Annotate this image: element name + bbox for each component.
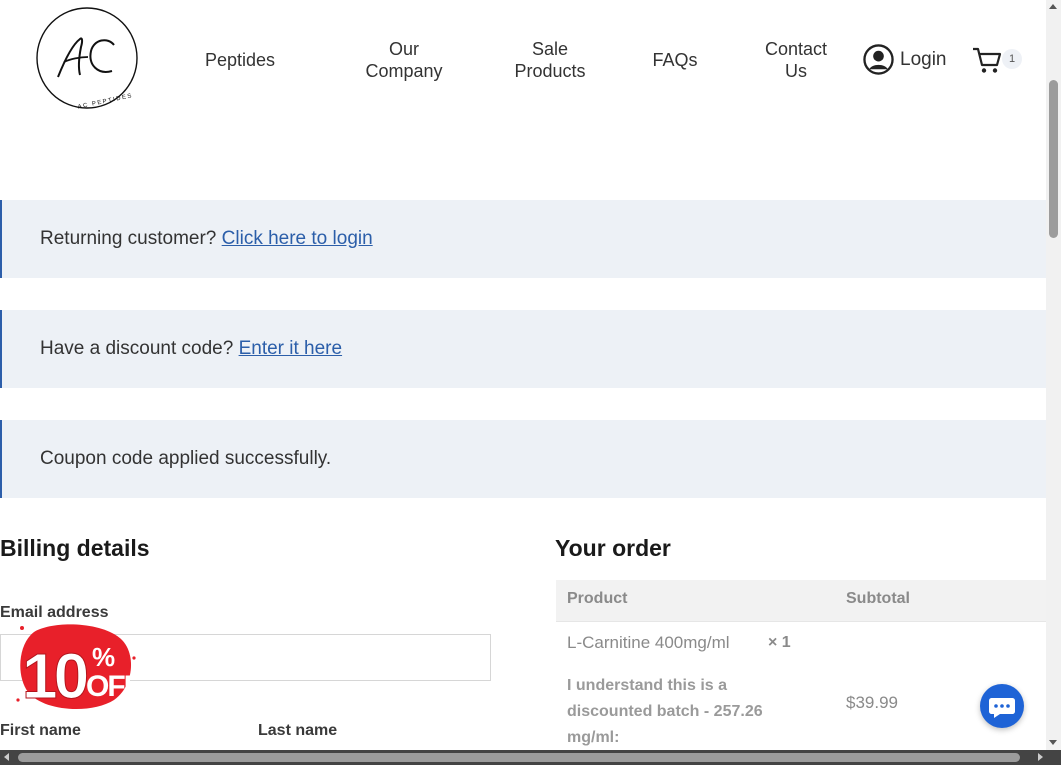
login-label: Login xyxy=(900,48,947,70)
scroll-right-arrow[interactable] xyxy=(1038,753,1043,761)
order-item-note-line: I understand this is a xyxy=(567,677,728,694)
coupon-applied-text: Coupon code applied successfully. xyxy=(40,448,332,469)
nav-our-company[interactable]: Our Company xyxy=(356,38,452,82)
table-divider xyxy=(556,621,1046,622)
logo-ring-text: AC PEPTIDES xyxy=(77,93,133,111)
chat-button[interactable] xyxy=(980,684,1024,728)
vertical-scroll-thumb[interactable] xyxy=(1049,80,1058,238)
order-item-quantity: × 1 xyxy=(768,634,791,651)
login-prompt-link[interactable]: Click here to login xyxy=(222,228,373,249)
chat-bubble-icon xyxy=(989,698,1015,718)
nav-label: Us xyxy=(785,61,807,81)
order-item-note: I understand this is a discounted batch … xyxy=(567,673,807,750)
last-name-label: Last name xyxy=(258,722,338,739)
nav-label: FAQs xyxy=(652,50,698,70)
nav-label: Contact xyxy=(764,39,828,59)
nav-label: Peptides xyxy=(204,50,276,70)
order-item-note-line: mg/ml: xyxy=(567,729,620,746)
scroll-down-arrow[interactable] xyxy=(1049,740,1057,745)
billing-details-heading: Billing details xyxy=(0,535,150,561)
svg-text:10: 10 xyxy=(22,640,87,710)
cart-icon[interactable] xyxy=(972,46,1002,74)
order-table-header-bg xyxy=(556,580,1046,621)
order-item-note-line: discounted batch - 257.26 xyxy=(567,703,763,720)
horizontal-scroll-thumb[interactable] xyxy=(18,753,1020,762)
nav-faqs[interactable]: FAQs xyxy=(646,49,704,71)
page-viewport: AC PEPTIDES Peptides Our Company Sale Pr… xyxy=(0,0,1046,750)
nav-label: Company xyxy=(365,61,443,81)
ac-peptides-logo[interactable]: AC PEPTIDES xyxy=(36,7,142,111)
returning-customer-text: Returning customer? xyxy=(40,228,217,249)
email-label: Email address xyxy=(0,604,109,621)
discount-code-text: Have a discount code? xyxy=(40,338,234,359)
first-name-label: First name xyxy=(0,722,81,739)
nav-label: Sale xyxy=(531,39,569,59)
order-item-subtotal: $39.99 xyxy=(846,693,898,712)
order-item-name: L-Carnitine 400mg/ml xyxy=(567,633,730,652)
discount-code-notice: Have a discount code? Enter it here xyxy=(0,310,1046,388)
subtotal-column-header: Subtotal xyxy=(846,590,910,607)
nav-label: Our xyxy=(388,39,419,59)
nav-contact-us[interactable]: Contact Us xyxy=(756,38,836,82)
svg-text:OFF: OFF xyxy=(86,670,140,703)
enter-discount-link[interactable]: Enter it here xyxy=(239,338,343,359)
nav-sale-products[interactable]: Sale Products xyxy=(505,38,595,82)
login-link[interactable]: Login xyxy=(863,44,947,75)
svg-text:%: % xyxy=(92,642,115,672)
coupon-applied-notice: Coupon code applied successfully. xyxy=(0,420,1046,498)
your-order-heading: Your order xyxy=(555,535,671,561)
ten-percent-off-badge[interactable]: 10 % OFF xyxy=(14,622,140,710)
nav-label: Products xyxy=(514,61,586,81)
returning-customer-notice: Returning customer? Click here to login xyxy=(0,200,1046,278)
nav-peptides[interactable]: Peptides xyxy=(200,49,280,71)
product-column-header: Product xyxy=(567,590,628,607)
scroll-up-arrow[interactable] xyxy=(1049,4,1057,9)
cart-count-badge: 1 xyxy=(1002,49,1022,69)
user-circle-icon xyxy=(863,44,894,75)
scroll-left-arrow[interactable] xyxy=(4,753,9,761)
